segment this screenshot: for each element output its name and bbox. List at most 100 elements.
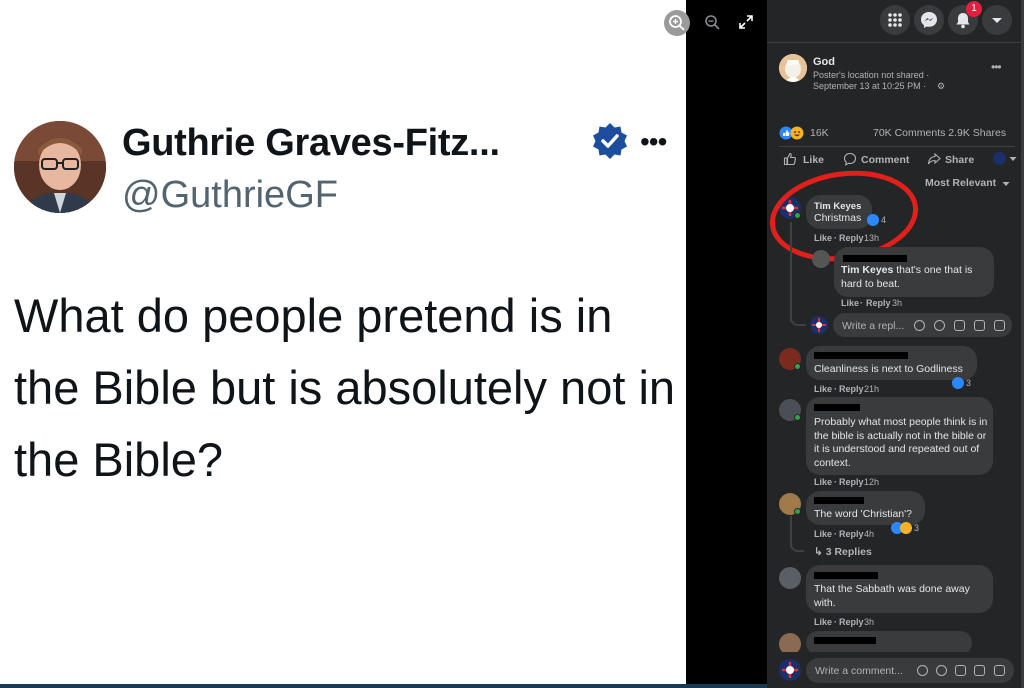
reaction-count[interactable]: 3 [914,523,919,533]
gear-icon: ⚙ [937,81,946,91]
redacted-name [814,352,908,359]
comment-button[interactable]: Comment [843,151,913,167]
camera-icon[interactable] [955,665,966,676]
verified-badge-icon [593,123,627,159]
zoom-out-icon [705,15,720,30]
emoji-icon[interactable] [936,665,947,676]
sticker-icon[interactable] [994,665,1005,676]
post-author-avatar[interactable] [779,54,807,82]
zoom-out-button[interactable] [702,12,724,34]
post-more-icon[interactable]: ••• [991,60,1002,74]
comment-text: Tim Keyes that's one that is [841,264,972,278]
comment-reply-link[interactable]: Reply [839,529,864,539]
zoom-in-icon [669,15,685,31]
comment-reply-link[interactable]: Reply [839,384,864,394]
divider [779,146,1015,147]
tweet-author-name: Guthrie Graves-Fitz... [122,122,500,164]
comment-placeholder: Write a comment... [815,665,903,677]
separator-dot: · [834,384,837,394]
separator-dot: · [834,617,837,627]
comment-like-link[interactable]: Like [814,529,832,539]
redacted-name [843,255,907,262]
my-avatar [810,316,828,334]
comment-icon [843,152,857,166]
divider [767,42,1021,43]
my-avatar [779,659,801,681]
more-options-icon: ••• [640,126,667,157]
haha-reaction-icon [900,522,912,534]
comment-reply-link[interactable]: Reply [839,477,864,487]
separator-dot: · [860,298,863,308]
reaction-icons[interactable] [779,126,805,140]
comments-shares-count[interactable]: 70K Comments 2.9K Shares [873,127,1006,139]
view-replies-link[interactable]: ↳ 3 Replies [814,546,872,558]
comment-label: Comment [861,154,910,166]
comment-text: The word 'Christian'? [814,508,912,520]
account-button[interactable] [982,5,1012,35]
redacted-name [814,497,864,504]
comment-time[interactable]: 12h [864,477,879,487]
like-reaction-icon [952,377,964,389]
reply-placeholder: Write a repl... [842,320,905,332]
online-status-indicator [794,363,801,370]
caret-down-icon [992,18,1002,23]
commenter-avatar[interactable] [812,250,830,268]
post-timestamp[interactable]: September 13 at 10:25 PM · [813,81,926,91]
caret-down-icon [1009,157,1017,161]
share-label: Share [945,154,975,166]
redacted-name [814,637,876,644]
comment-like-link[interactable]: Like [814,384,832,394]
comment-text: Cleanliness is next to Godliness [814,363,963,375]
comment-time[interactable]: 3h [864,617,874,627]
comment-like-link[interactable]: Like [841,298,859,308]
messenger-icon [921,12,937,28]
comment-time[interactable]: 4h [864,529,874,539]
gif-icon[interactable] [974,665,985,676]
tweet-author-avatar [14,121,106,213]
comment-text: Probably what most people think is in th… [814,416,988,469]
gif-icon[interactable] [974,320,985,331]
photo-viewer: Guthrie Graves-Fitz... ••• @GuthrieGF Wh… [0,0,686,688]
comment-time[interactable]: 3h [892,298,902,308]
post-author-name[interactable]: God [813,56,835,68]
reaction-count[interactable]: 3 [966,378,971,388]
comment-reply-link[interactable]: Reply [839,617,864,627]
mentioned-user[interactable]: Tim Keyes [841,264,893,276]
comment-text: That the Sabbath was done away with. [814,583,970,609]
like-button[interactable]: Like [783,151,831,167]
profile-mini-avatar [993,152,1006,165]
messenger-button[interactable] [914,5,944,35]
thread-line [790,222,792,322]
like-label: Like [803,154,825,166]
audience-selector[interactable] [993,152,1017,166]
thumbs-up-icon [783,152,797,166]
post-location: Poster's location not shared · [813,70,930,80]
redacted-name [814,404,860,411]
comment-like-link[interactable]: Like [814,617,832,627]
comment-time[interactable]: 21h [864,384,879,394]
menu-button[interactable] [880,5,910,35]
commenter-avatar[interactable] [779,567,801,589]
sort-dropdown[interactable]: Most Relevant [925,177,996,189]
notification-badge: 1 [966,1,982,17]
share-icon [927,152,941,165]
emoji-icon[interactable] [934,320,945,331]
grid-menu-icon [888,13,902,27]
camera-icon[interactable] [954,320,965,331]
avatar-sticker-icon[interactable] [917,665,928,676]
separator-dot: · [834,477,837,487]
redacted-name [814,572,878,579]
zoom-in-button[interactable] [664,10,690,36]
fullscreen-button[interactable] [736,12,756,32]
comment-like-link[interactable]: Like [814,477,832,487]
tweet-author-handle: @GuthrieGF [122,174,338,216]
sticker-icon[interactable] [994,320,1005,331]
comment-reply-link[interactable]: Reply [866,298,891,308]
chevron-down-icon [1002,182,1010,186]
avatar-sticker-icon[interactable] [914,320,925,331]
expand-icon [739,15,753,29]
reactions-count[interactable]: 16K [810,127,829,139]
comment-text-line2: hard to beat. [841,278,900,290]
online-status-indicator [794,508,801,515]
share-button[interactable]: Share [927,151,979,167]
